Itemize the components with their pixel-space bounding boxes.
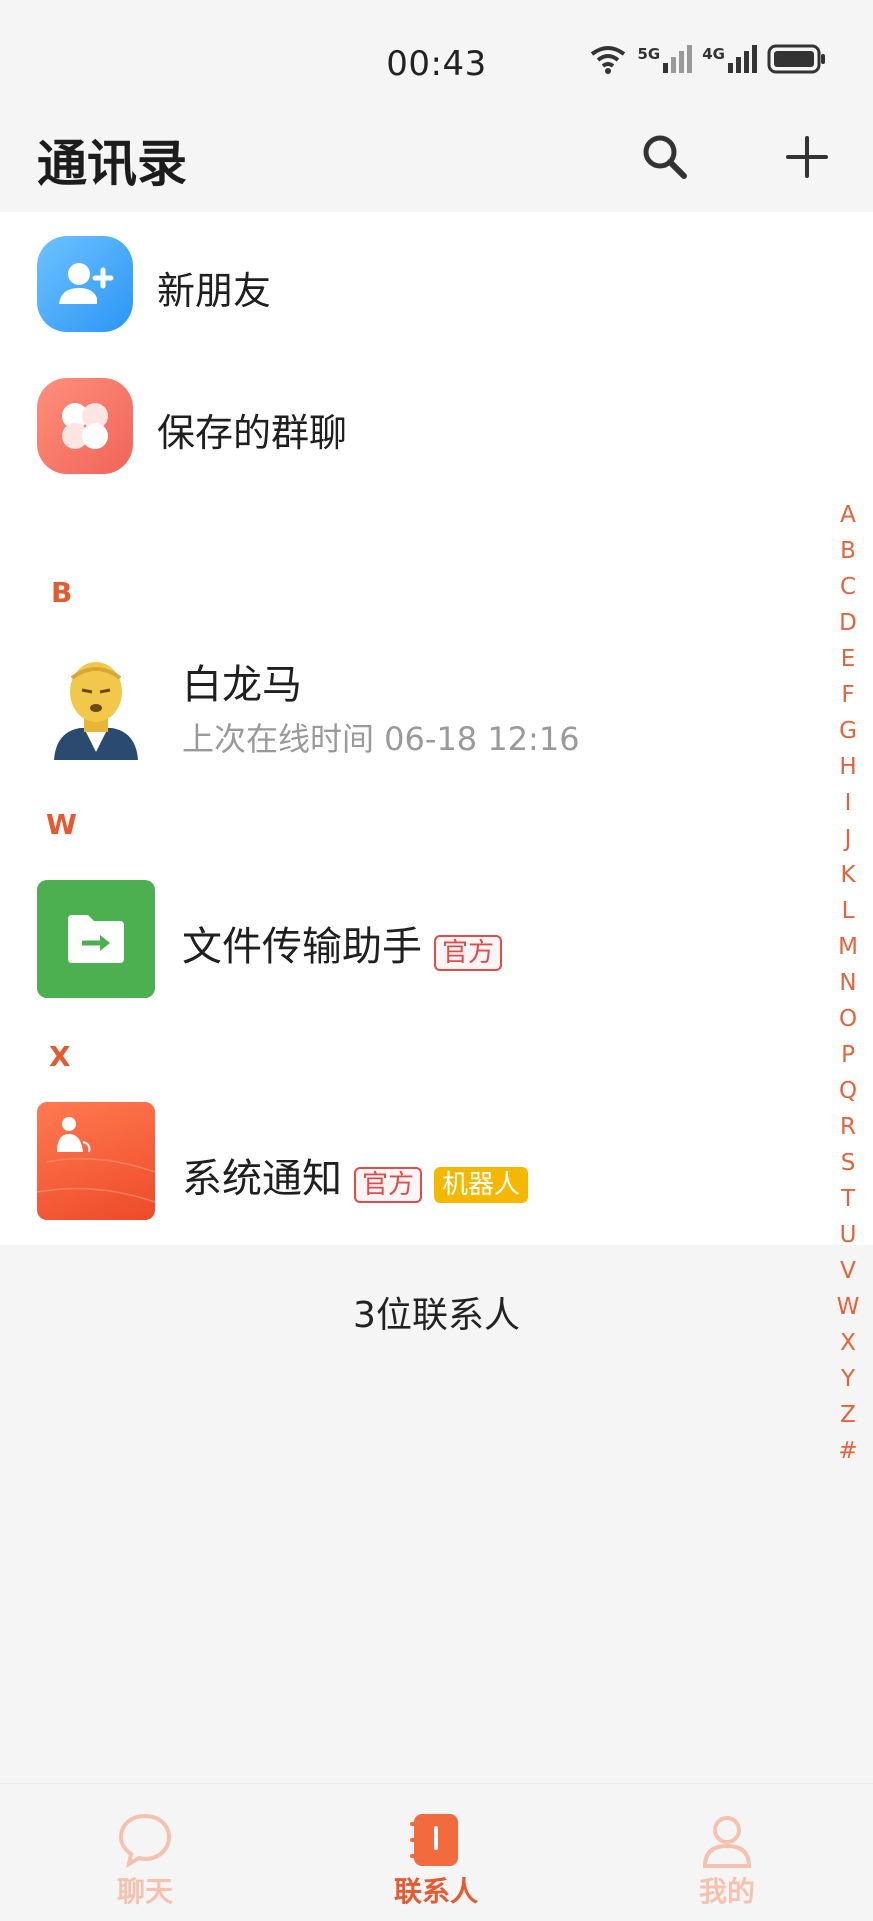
index-letter[interactable]: Q [832, 1073, 864, 1109]
contact-text: 系统通知 官方 机器人 [182, 1146, 529, 1206]
index-letter[interactable]: R [832, 1109, 864, 1145]
index-letter[interactable]: Y [832, 1361, 864, 1397]
tab-label: 联系人 [393, 1875, 478, 1908]
index-letter[interactable]: U [832, 1217, 864, 1253]
index-letter[interactable]: K [832, 857, 864, 893]
index-letter[interactable]: B [832, 533, 864, 569]
header: 通讯录 [0, 110, 873, 212]
index-letter[interactable]: D [832, 605, 864, 641]
section-header-w: W [46, 808, 77, 841]
tab-label: 我的 [698, 1875, 755, 1908]
new-friends-label: 新朋友 [157, 269, 272, 313]
tab-contacts[interactable]: 联系人 [336, 1784, 536, 1921]
index-letter[interactable]: I [832, 785, 864, 821]
tab-me[interactable]: 我的 [627, 1784, 827, 1921]
new-friends-item[interactable]: 新朋友 [0, 212, 873, 352]
bottom-tab-bar: 聊天 联系人 我的 [0, 1783, 873, 1921]
status-bar: 00:43 5G 4G [0, 0, 873, 110]
system-notification-icon [37, 1102, 155, 1220]
page-title: 通讯录 [37, 135, 187, 193]
index-letter[interactable]: H [832, 749, 864, 785]
add-button[interactable] [782, 132, 832, 182]
contact-text: 文件传输助手 官方 [182, 914, 503, 974]
tab-label: 聊天 [116, 1875, 173, 1908]
saved-groups-item[interactable]: 保存的群聊 [0, 352, 873, 497]
contact-item[interactable]: 白龙马 上次在线时间 06-18 12:16 [0, 632, 873, 762]
index-letter[interactable]: C [832, 569, 864, 605]
index-letter[interactable]: G [832, 713, 864, 749]
index-letter[interactable]: L [832, 893, 864, 929]
official-badge: 官方 [354, 1166, 423, 1203]
official-badge: 官方 [434, 934, 503, 971]
robot-badge: 机器人 [434, 1166, 529, 1203]
contact-name: 文件传输助手 [182, 924, 422, 970]
contact-name: 系统通知 [182, 1156, 342, 1202]
signal-5g-icon: 5G [638, 45, 693, 73]
contact-text: 白龙马 上次在线时间 06-18 12:16 [182, 652, 580, 760]
file-transfer-icon [37, 880, 155, 998]
status-icons: 5G 4G [588, 44, 828, 74]
index-letter[interactable]: T [832, 1181, 864, 1217]
index-letter[interactable]: E [832, 641, 864, 677]
index-letter[interactable]: A [832, 497, 864, 533]
tab-chat[interactable]: 聊天 [45, 1784, 245, 1921]
contact-item[interactable]: 文件传输助手 官方 [0, 862, 873, 998]
section-header-b: B [51, 576, 73, 609]
saved-groups-label: 保存的群聊 [157, 411, 348, 455]
index-letter[interactable]: Z [832, 1397, 864, 1433]
index-letter[interactable]: V [832, 1253, 864, 1289]
contact-name: 白龙马 [182, 662, 302, 708]
search-icon [643, 135, 687, 179]
index-letter[interactable]: J [832, 821, 864, 857]
index-letter[interactable]: N [832, 965, 864, 1001]
signal-4g-icon: 4G [702, 45, 757, 73]
index-letter[interactable]: # [832, 1433, 864, 1469]
last-online-time: 上次在线时间 06-18 12:16 [182, 720, 580, 758]
group-flower-icon [37, 378, 133, 474]
search-button[interactable] [640, 132, 690, 182]
avatar [40, 652, 152, 760]
index-letter[interactable]: P [832, 1037, 864, 1073]
chat-bubble-icon [118, 1813, 172, 1868]
index-letter[interactable]: M [832, 929, 864, 965]
add-friend-icon [37, 236, 133, 332]
wifi-icon [588, 44, 628, 74]
contact-count: 3位联系人 [353, 1295, 520, 1336]
contacts-book-icon [410, 1814, 458, 1866]
contact-item[interactable]: 系统通知 官方 机器人 [0, 1094, 873, 1224]
index-letter[interactable]: S [832, 1145, 864, 1181]
section-header-x: X [49, 1040, 71, 1073]
person-icon [702, 1816, 752, 1868]
battery-icon [767, 44, 827, 74]
contact-list: 新朋友 保存的群聊 B 白龙马 上次在线时间 06-18 12:16 W 文件传… [0, 212, 873, 1245]
index-letter[interactable]: O [832, 1001, 864, 1037]
index-letter[interactable]: F [832, 677, 864, 713]
plus-icon [786, 136, 828, 178]
